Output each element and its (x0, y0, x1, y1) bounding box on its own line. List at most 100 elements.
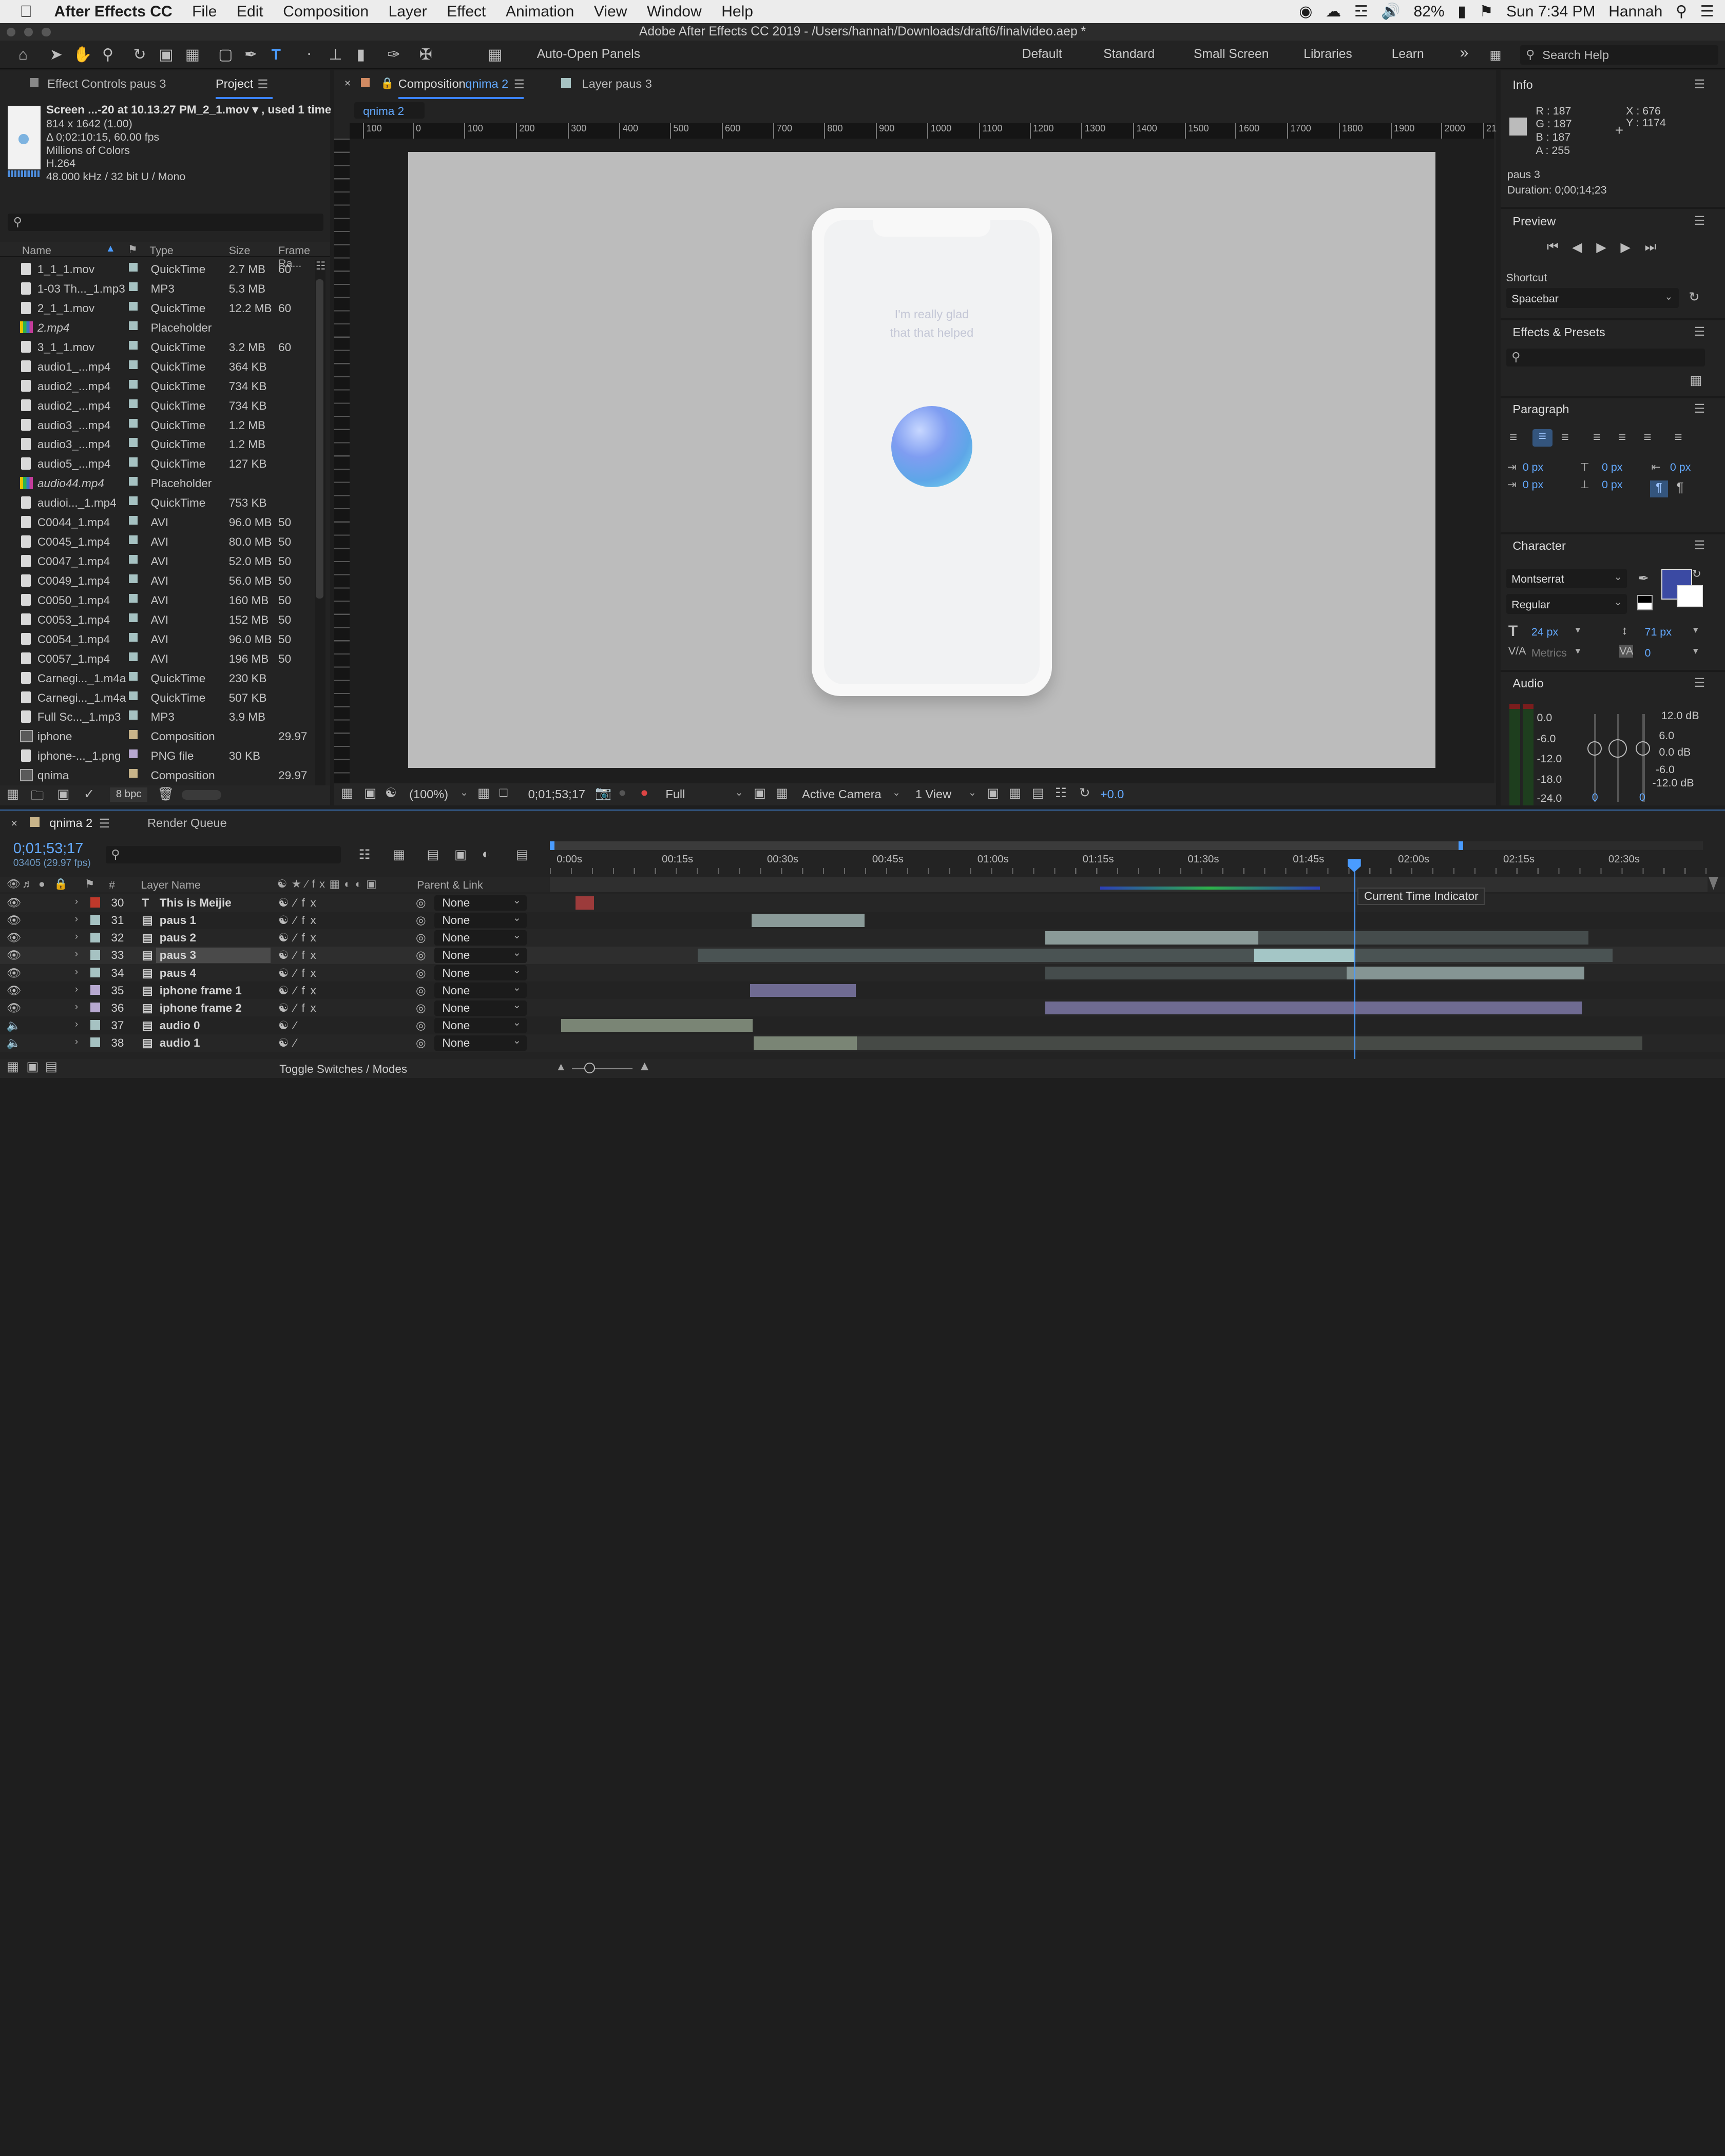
workspace-small-screen[interactable]: Small Screen (1194, 47, 1269, 62)
col-layer-name[interactable]: Layer Name (141, 879, 201, 892)
workspace-libraries[interactable]: Libraries (1304, 47, 1352, 62)
layer-duration-bar[interactable] (1045, 966, 1347, 980)
composition-mini-flowchart-icon[interactable]: ☷ (359, 847, 371, 862)
eraser-tool-icon[interactable]: ▮ (351, 45, 371, 65)
label-color-swatch[interactable] (128, 574, 138, 584)
timeline-icon[interactable]: ▤ (1032, 785, 1044, 801)
label-column-icon[interactable]: ⚑ (85, 878, 94, 891)
label-color-swatch[interactable] (128, 749, 138, 759)
layer-duration-bar[interactable] (750, 984, 856, 997)
workspace-menu-icon[interactable]: ▦ (1489, 47, 1501, 63)
project-scrollbar[interactable] (314, 259, 326, 785)
view-layout-dropdown[interactable]: 1 View (915, 787, 951, 801)
graph-editor-icon[interactable]: ▤ (516, 847, 528, 862)
pan-behind-tool-icon[interactable]: ▦ (183, 45, 203, 65)
project-item[interactable]: C0044_1.mp4 AVI 96.0 MB 50 (0, 513, 313, 532)
timeline-layer-row[interactable]: 👁 › 33 ▤ paus 3 ☯∕fx ◎ None ⌄ (0, 947, 1725, 965)
last-frame-icon[interactable]: ⏭ (1645, 240, 1657, 255)
layer-label-color[interactable] (90, 915, 100, 925)
project-item[interactable]: audio5_...mp4 QuickTime 127 KB (0, 454, 313, 474)
label-color-swatch[interactable] (128, 555, 138, 564)
project-item[interactable]: C0054_1.mp4 AVI 96.0 MB 50 (0, 629, 313, 649)
timeline-layer-row[interactable]: 👁 › 35 ▤ iphone frame 1 ☯∕fx ◎ None ⌄ (0, 981, 1725, 999)
col-size[interactable]: Size (229, 244, 251, 257)
menu-layer[interactable]: Layer (378, 3, 437, 21)
align-panel-icon[interactable]: ▦ (485, 45, 505, 65)
layer-switches[interactable]: ☯∕fx (278, 967, 321, 980)
layer-name[interactable]: paus 2 (160, 931, 196, 945)
transparency-grid-icon[interactable]: ▦ (776, 785, 788, 801)
reset-shortcut-icon[interactable]: ↻ (1689, 290, 1700, 305)
layer-label-color[interactable] (90, 1019, 100, 1030)
in-out-panes-icon[interactable]: ▤ (45, 1059, 57, 1074)
timeline-timecode[interactable]: 0;01;53;17 (13, 840, 84, 857)
project-item[interactable]: 2_1_1.mov QuickTime 12.2 MB 60 (0, 299, 313, 318)
frame-blending-icon[interactable]: ▣ (454, 847, 467, 862)
indent-right-value[interactable]: 0 px (1670, 461, 1691, 474)
project-item[interactable]: Full Sc..._1.mp3 MP3 3.9 MB (0, 707, 313, 727)
project-item[interactable]: 1-03 Th..._1.mp3 MP3 5.3 MB (0, 279, 313, 299)
label-color-swatch[interactable] (128, 496, 138, 506)
creative-cloud-icon[interactable]: ◉ (1299, 3, 1312, 21)
tab-project[interactable]: Project (216, 77, 253, 91)
project-item[interactable]: C0050_1.mp4 AVI 160 MB 50 (0, 590, 313, 610)
rectangle-tool-icon[interactable]: ▢ (216, 45, 236, 65)
lock-toggle-icon[interactable]: 🔒 (54, 878, 68, 891)
layer-label-color[interactable] (90, 985, 100, 995)
tab-effect-controls[interactable]: Effect Controls paus 3 (47, 77, 166, 91)
layer-name[interactable]: audio 0 (160, 1019, 200, 1032)
label-color-swatch[interactable] (128, 301, 138, 311)
layer-duration-bar[interactable] (753, 1036, 857, 1050)
menu-window[interactable]: Window (637, 3, 712, 21)
menu-file[interactable]: File (182, 3, 227, 21)
draft-3d-icon[interactable]: ▦ (393, 847, 405, 862)
sort-up-icon[interactable]: ▲ (106, 243, 116, 255)
layer-duration-bar[interactable] (697, 949, 1254, 962)
audio-left-value[interactable]: 0 (1592, 791, 1598, 804)
safe-margins-icon[interactable]: ▦ (477, 785, 490, 801)
layer-name[interactable]: iphone frame 1 (160, 984, 242, 997)
workspace-learn[interactable]: Learn (1392, 47, 1424, 62)
layer-switches[interactable]: ☯∕ (278, 1036, 301, 1050)
layer-switches[interactable]: ☯∕fx (278, 931, 321, 945)
work-area-bar[interactable] (550, 841, 1703, 851)
layer-duration-bar[interactable] (1346, 966, 1584, 980)
audio-slider-right[interactable] (1636, 741, 1651, 756)
zoom-out-icon[interactable]: ▲ (555, 1061, 566, 1073)
project-item[interactable]: C0049_1.mp4 AVI 56.0 MB 50 (0, 571, 313, 591)
justify-last-left-icon[interactable]: ≡ (1593, 430, 1601, 445)
pick-whip-icon[interactable]: ◎ (416, 984, 426, 997)
font-family-dropdown[interactable]: Montserrat ⌄ (1506, 568, 1627, 589)
preview-menu-icon[interactable]: ☰ (1694, 214, 1705, 228)
comp-menu-icon[interactable]: ☰ (514, 77, 525, 91)
pick-whip-icon[interactable]: ◎ (416, 949, 426, 962)
project-item[interactable]: 2.mp4 Placeholder (0, 318, 313, 337)
work-area-range[interactable] (550, 841, 1461, 851)
tab-layer[interactable]: Layer paus 3 (582, 77, 652, 91)
tab-composition-name[interactable]: qnima 2 (465, 77, 508, 91)
label-column-icon[interactable]: ⚑ (128, 243, 138, 256)
font-size-value[interactable]: 24 px (1531, 626, 1558, 639)
tracking-value[interactable]: 0 (1645, 647, 1651, 660)
space-after-value[interactable]: 0 px (1602, 478, 1622, 491)
layer-name[interactable]: paus 1 (160, 914, 196, 927)
hide-shy-layers-icon[interactable]: ▤ (427, 847, 439, 862)
audio-toggle-icon[interactable]: ♬ (22, 878, 33, 891)
new-composition-icon[interactable]: ▣ (57, 786, 69, 802)
first-line-indent-value[interactable]: 0 px (1523, 478, 1543, 491)
project-item[interactable]: audioi..._1.mp4 QuickTime 753 KB (0, 493, 313, 513)
search-help-field[interactable]: ⚲ Search Help (1520, 45, 1719, 65)
label-color-swatch[interactable] (128, 457, 138, 467)
label-color-swatch[interactable] (128, 535, 138, 545)
footage-name[interactable]: Screen ...-20 at 10.13.27 PM_2_1.mov ▾ ,… (46, 103, 331, 117)
roto-brush-tool-icon[interactable]: ✑ (384, 45, 404, 65)
flowchart-icon[interactable]: ☷ (1055, 785, 1067, 801)
spotlight-search-icon[interactable]: ⚲ (1676, 3, 1687, 21)
flag-icon[interactable]: ⚑ (1479, 3, 1493, 21)
label-color-swatch[interactable] (128, 652, 138, 661)
effects-search-input[interactable]: ⚲ (1506, 349, 1705, 367)
project-item[interactable]: C0045_1.mp4 AVI 80.0 MB 50 (0, 532, 313, 552)
layer-duration-bar[interactable] (1258, 931, 1589, 945)
work-area-start[interactable] (550, 841, 554, 851)
timeline-tab-comp[interactable]: qnima 2 (49, 816, 92, 830)
